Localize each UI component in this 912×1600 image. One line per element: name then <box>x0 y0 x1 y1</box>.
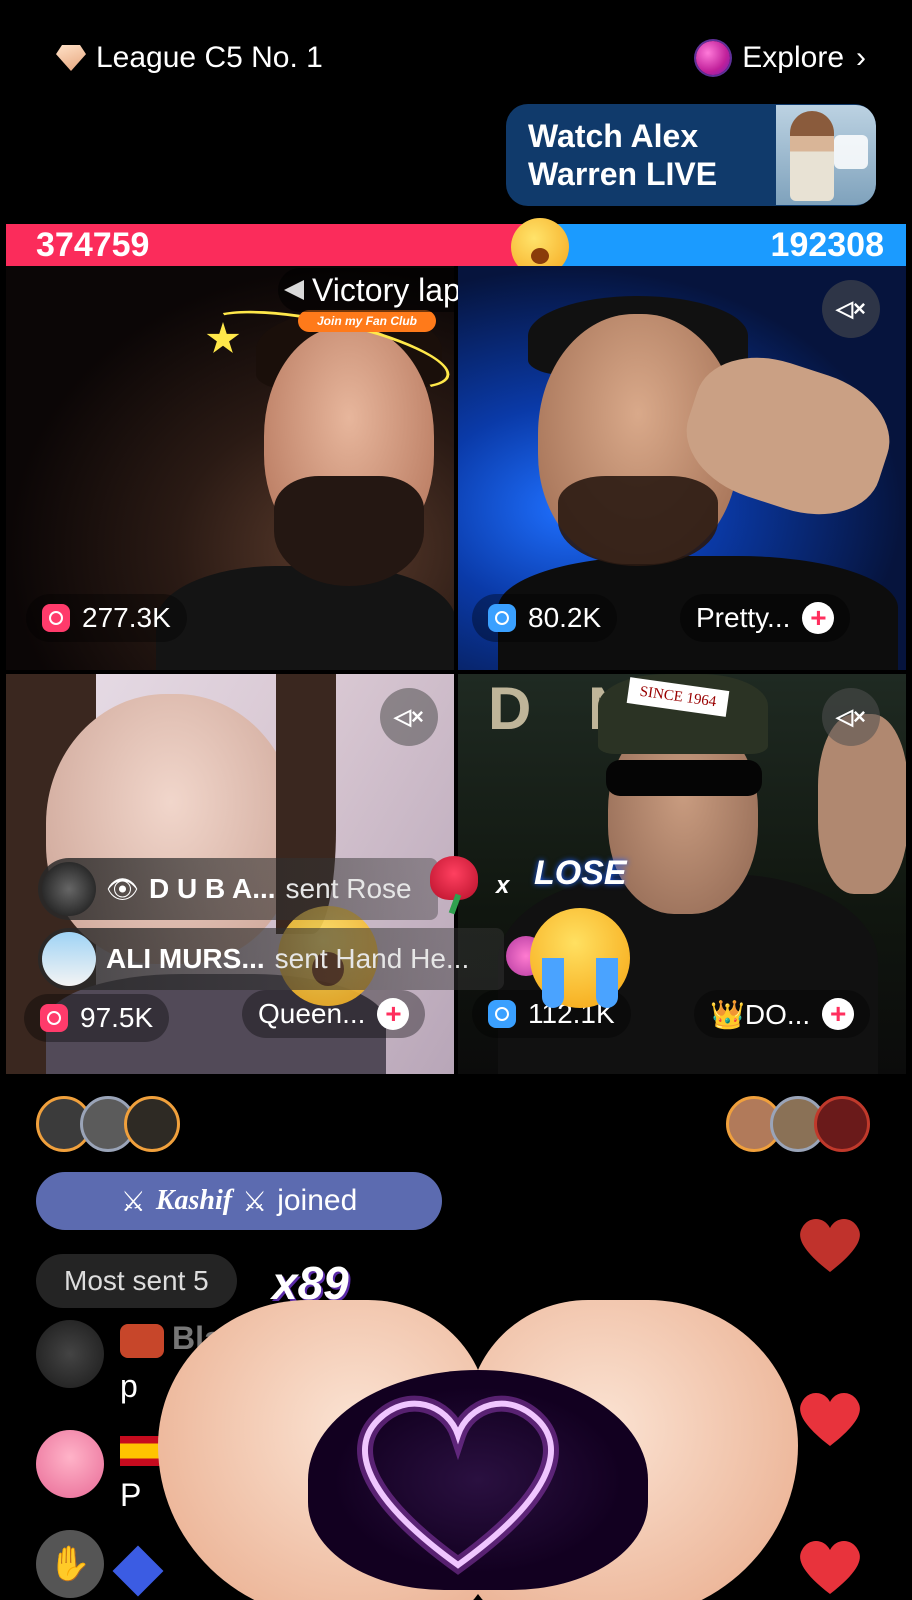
follow-pill[interactable]: Pretty... + <box>680 594 851 642</box>
top-viewers-left[interactable] <box>36 1096 180 1152</box>
speaker-muted-icon[interactable]: ◁× <box>822 280 880 338</box>
tile-score-pill: 277.3K <box>26 594 187 642</box>
chevron-right-icon: › <box>856 41 866 74</box>
joined-text: joined <box>277 1184 358 1217</box>
follow-pill[interactable]: 👑DO... + <box>694 990 871 1038</box>
gift-score-icon <box>488 604 516 632</box>
tile-score-pill: 97.5K <box>24 994 170 1042</box>
gift-action: sent Rose <box>285 873 412 904</box>
fan-club-button[interactable]: Join my Fan Club <box>298 310 436 332</box>
planet-icon <box>696 41 731 75</box>
streamer-beard <box>274 476 424 586</box>
speaker-muted-icon[interactable]: ◁× <box>380 688 438 746</box>
crying-emoji-icon <box>530 908 630 1008</box>
promo-banner[interactable]: Watch Alex Warren LIVE <box>506 104 876 206</box>
follow-plus-icon[interactable]: + <box>822 998 855 1030</box>
promo-person-image <box>790 111 834 201</box>
video-tile-4[interactable]: D N SINCE 1964 ◁× 112.1K 👑DO... + <box>458 674 906 1074</box>
speaker-muted-icon[interactable]: ◁× <box>822 688 880 746</box>
score-right: 192308 <box>770 226 884 264</box>
streamer-face <box>46 694 296 964</box>
gift-action: sent Hand He... <box>274 943 470 974</box>
gift-score-icon <box>42 604 70 632</box>
promo-text: Watch Alex Warren LIVE <box>528 118 718 192</box>
avatar[interactable] <box>124 1096 180 1152</box>
explore-label: Explore <box>742 41 844 74</box>
top-viewers-right[interactable] <box>726 1096 870 1152</box>
video-tile-2[interactable]: ◁× 80.2K Pretty... + <box>458 266 906 670</box>
explore-button[interactable]: Explore › <box>696 38 866 78</box>
lose-label: LOSE <box>534 854 627 892</box>
follow-plus-icon[interactable]: + <box>802 602 835 634</box>
tile-score: 277.3K <box>82 602 171 633</box>
tile-score-pill: 80.2K <box>472 594 618 642</box>
wave-hand-icon[interactable]: ✋ <box>36 1530 104 1598</box>
gift-sender: D U B A... <box>149 873 276 904</box>
like-heart-icon <box>800 1541 860 1594</box>
eye-symbol-icon: 👁 <box>106 873 140 904</box>
tile-score: 80.2K <box>528 602 602 633</box>
streamer-name: Pretty... <box>696 602 791 633</box>
crossed-swords-icon: ⚔ <box>120 1185 146 1217</box>
joined-user-name: Kashif <box>155 1185 233 1216</box>
gift-sender: ALI MURS... <box>106 943 265 974</box>
like-heart-icon <box>800 1393 860 1446</box>
crossed-swords-icon: ⚔ <box>242 1185 268 1217</box>
avatar[interactable] <box>36 1320 104 1388</box>
avatar <box>42 932 96 986</box>
promo-thumbnail <box>776 105 876 205</box>
avatar[interactable] <box>814 1096 870 1152</box>
radio-logo-icon <box>834 135 868 169</box>
follow-plus-icon[interactable]: + <box>377 998 410 1030</box>
streamer-body <box>156 566 454 670</box>
video-tile-1[interactable]: Join my Fan Club 277.3K <box>6 266 454 670</box>
avatar <box>42 862 96 916</box>
like-heart-icon <box>800 1219 860 1272</box>
gift-score-icon <box>488 1000 516 1028</box>
gift-score-icon <box>40 1004 68 1032</box>
heart-hands-gift-animation <box>158 1280 798 1600</box>
league-badge[interactable]: League C5 No. 1 <box>56 38 323 78</box>
rose-gift-icon <box>430 856 478 900</box>
diamond-icon <box>56 45 86 71</box>
glowing-heart-icon <box>357 1395 559 1575</box>
user-joined-banner: ⚔ Kashif ⚔ joined <box>36 1172 442 1230</box>
sunglasses <box>606 760 762 796</box>
streamer-beard <box>558 476 718 566</box>
gift-multiplier: x <box>496 872 510 899</box>
tile-score: 97.5K <box>80 1002 154 1033</box>
level-badge-icon <box>112 1545 164 1597</box>
gift-notification: ALI MURS... sent Hand He... <box>38 928 504 990</box>
gift-notification: 👁 D U B A... sent Rose <box>38 858 438 920</box>
avatar[interactable] <box>36 1430 104 1498</box>
streamer-name: 👑DO... <box>710 998 811 1030</box>
score-left: 374759 <box>36 226 150 264</box>
league-label: League C5 No. 1 <box>96 41 323 74</box>
